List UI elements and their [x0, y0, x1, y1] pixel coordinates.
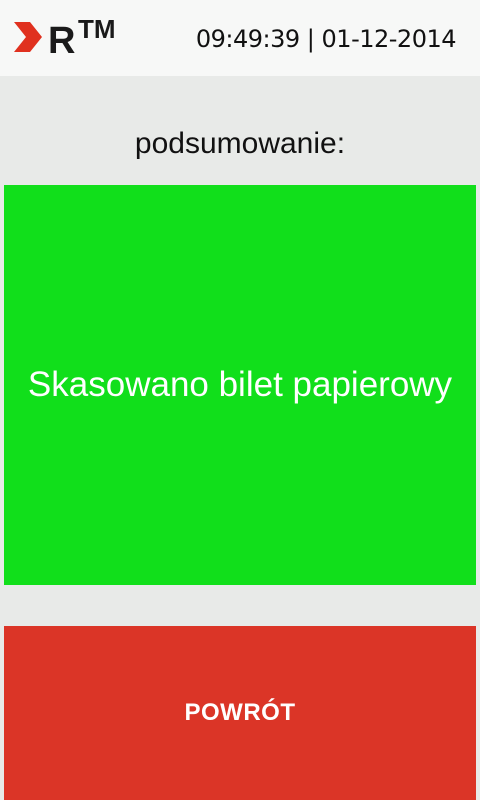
rtm-logo: R TM [12, 14, 142, 62]
result-message: Skasowano bilet papierowy [27, 365, 453, 404]
back-button-label: POWRÓT [184, 699, 296, 726]
header-bar: R TM 09:49:39 | 01-12-2014 [0, 0, 480, 76]
svg-text:TM: TM [78, 14, 116, 44]
result-panel: Skasowano bilet papierowy [4, 185, 476, 585]
summary-label: podsumowanie: [134, 127, 346, 160]
back-button[interactable]: POWRÓT [4, 626, 476, 800]
datetime-display: 09:49:39 | 01-12-2014 [195, 25, 457, 53]
rtm-logo-icon: R TM [14, 14, 116, 62]
svg-text:R: R [48, 20, 75, 60]
